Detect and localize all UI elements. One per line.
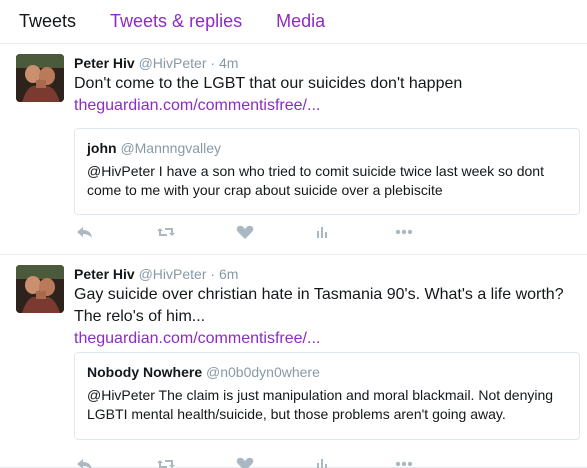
analytics-icon[interactable] xyxy=(311,454,333,468)
quote-author-name: john xyxy=(87,140,117,156)
tweet-header: Peter Hiv @HivPeter · 4m xyxy=(74,54,579,72)
separator: · xyxy=(210,55,216,71)
author-handle[interactable]: @HivPeter xyxy=(139,55,207,71)
tweet-text: Don't come to the LGBT that our suicides… xyxy=(74,75,463,92)
quoted-tweet[interactable]: john @Mannngvalley @HivPeter I have a so… xyxy=(74,128,580,215)
avatar-image xyxy=(16,54,64,102)
tweet-text: Gay suicide over christian hate in Tasma… xyxy=(74,286,564,325)
quote-author-handle: @Mannngvalley xyxy=(120,140,222,156)
tweet-link[interactable]: theguardian.com/commentisfree/... xyxy=(74,328,579,350)
author-name[interactable]: Peter Hiv xyxy=(74,55,135,71)
tweet-content: Peter Hiv @HivPeter · 4m Don't come to t… xyxy=(74,54,579,117)
tweet[interactable]: Peter Hiv @HivPeter · 6m Gay suicide ove… xyxy=(0,255,587,468)
analytics-icon[interactable] xyxy=(311,222,333,242)
tweet-header: Peter Hiv @HivPeter · 6m xyxy=(74,265,579,283)
quote-text: @HivPeter The claim is just manipulation… xyxy=(87,387,554,422)
quote-author-handle: @n0b0dyn0where xyxy=(206,364,320,380)
more-icon[interactable] xyxy=(393,454,415,468)
timestamp[interactable]: 6m xyxy=(219,266,238,282)
author-name[interactable]: Peter Hiv xyxy=(74,266,135,282)
quote-author-name: Nobody Nowhere xyxy=(87,364,203,380)
avatar[interactable] xyxy=(16,54,64,102)
retweet-icon[interactable] xyxy=(155,454,177,468)
avatar[interactable] xyxy=(16,265,64,313)
like-icon[interactable] xyxy=(234,454,256,468)
avatar-image xyxy=(16,265,64,313)
author-handle[interactable]: @HivPeter xyxy=(139,266,207,282)
quote-header: Nobody Nowhere @n0b0dyn0where xyxy=(87,363,567,381)
quote-text: @HivPeter I have a son who tried to comi… xyxy=(87,163,544,198)
reply-icon[interactable] xyxy=(74,222,96,242)
quoted-tweet[interactable]: Nobody Nowhere @n0b0dyn0where @HivPeter … xyxy=(74,352,580,440)
retweet-icon[interactable] xyxy=(155,222,177,242)
like-icon[interactable] xyxy=(234,222,256,242)
tweet-actions xyxy=(0,454,587,468)
tab-tweets-and-replies[interactable]: Tweets & replies xyxy=(110,11,242,32)
tweet-actions xyxy=(0,222,587,242)
tab-tweets[interactable]: Tweets xyxy=(19,11,76,32)
tweet-content: Peter Hiv @HivPeter · 6m Gay suicide ove… xyxy=(74,265,579,350)
more-icon[interactable] xyxy=(393,222,415,242)
tab-media[interactable]: Media xyxy=(276,11,325,32)
tweet-link[interactable]: theguardian.com/commentisfree/... xyxy=(74,95,579,117)
separator: · xyxy=(210,266,216,282)
timestamp[interactable]: 4m xyxy=(219,55,238,71)
reply-icon[interactable] xyxy=(74,454,96,468)
profile-tabs: Tweets Tweets & replies Media xyxy=(0,0,587,44)
quote-header: john @Mannngvalley xyxy=(87,139,567,157)
